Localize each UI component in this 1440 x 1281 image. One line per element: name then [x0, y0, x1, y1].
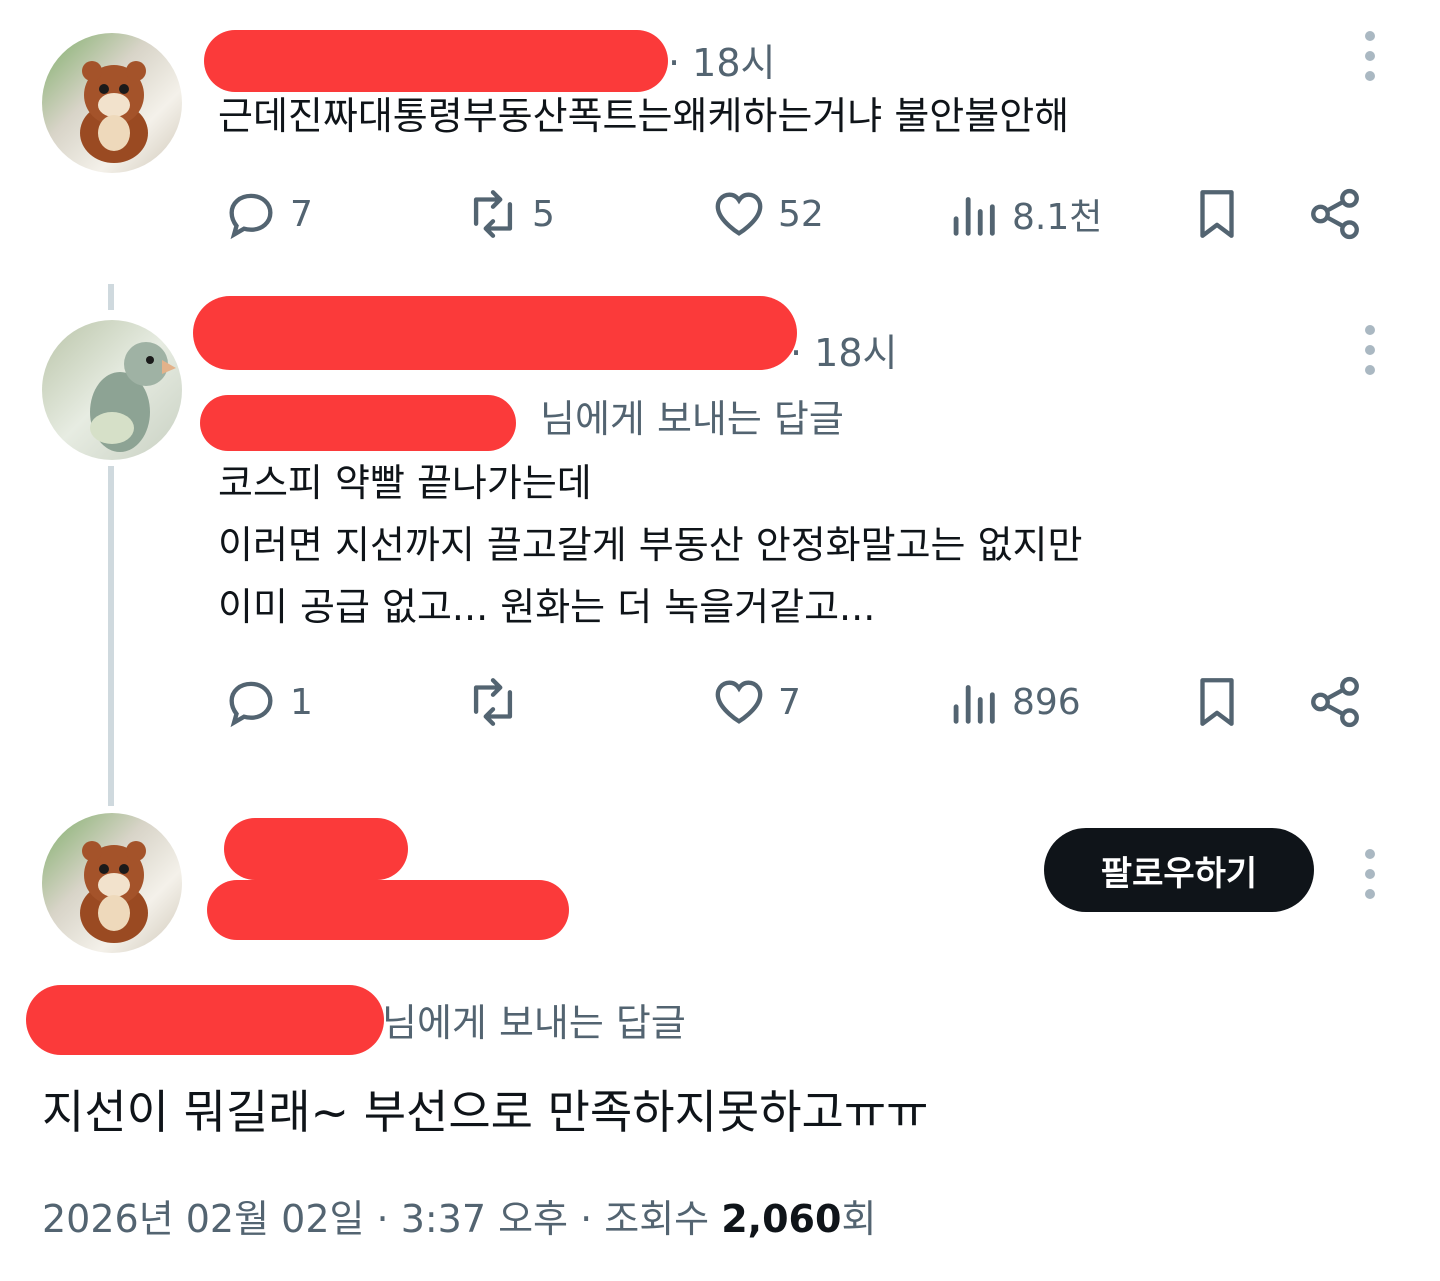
retweet-button[interactable]: 5: [464, 185, 555, 243]
view-unit: 회: [841, 1197, 877, 1241]
retweet-icon: [473, 190, 513, 238]
views-icon: [953, 197, 995, 236]
views-icon: [953, 685, 995, 724]
views-button[interactable]: 8.1천: [944, 185, 1102, 243]
share-button[interactable]: [1306, 673, 1364, 731]
views-count: 896: [1012, 681, 1081, 723]
mention-redaction: [26, 985, 384, 1055]
bookmark-button[interactable]: [1188, 185, 1246, 243]
reply-icon: [229, 193, 273, 240]
retweet-icon: [473, 678, 513, 726]
reply-to-label: 님에게 보내는 답글: [382, 1001, 686, 1045]
share-button[interactable]: [1306, 185, 1364, 243]
avatar[interactable]: [42, 813, 182, 953]
username-redaction: [193, 296, 797, 370]
avatar[interactable]: [42, 33, 182, 173]
like-button[interactable]: 7: [710, 673, 801, 731]
retweet-count: 5: [532, 193, 555, 235]
more-icon[interactable]: [1363, 325, 1377, 385]
like-icon: [715, 192, 763, 236]
thread-connector: [108, 284, 114, 310]
handle-redaction: [207, 880, 569, 940]
mention-redaction: [200, 395, 516, 451]
timestamp[interactable]: 2026년 02월 02일 · 3:37 오후 · 조회수: [42, 1197, 721, 1241]
like-count: 52: [778, 193, 824, 235]
reply-button[interactable]: 1: [222, 673, 313, 731]
tweet-text: 근데진짜대통령부동산폭트는왜케하는거냐 불안불안해: [218, 94, 1070, 138]
share-icon: [1311, 188, 1359, 240]
retweet-button[interactable]: [464, 673, 532, 731]
views-button[interactable]: 896: [944, 673, 1081, 731]
reply-icon: [229, 681, 273, 728]
reply-count: 1: [290, 681, 313, 723]
tweet-time[interactable]: · 18시: [668, 32, 775, 87]
views-count: 8.1천: [1012, 197, 1103, 238]
share-icon: [1311, 676, 1359, 728]
tweet-time[interactable]: · 18시: [790, 322, 897, 377]
like-button[interactable]: 52: [710, 185, 824, 243]
follow-button[interactable]: 팔로우하기: [1044, 828, 1314, 912]
view-count: 2,060: [721, 1197, 842, 1241]
avatar[interactable]: [42, 320, 182, 460]
bookmark-icon: [1200, 190, 1234, 238]
bookmark-icon: [1200, 678, 1234, 726]
reply-to-label: 님에게 보내는 답글: [540, 397, 844, 441]
timestamp-row: 2026년 02월 02일 · 3:37 오후 · 조회수 2,060회: [42, 1188, 876, 1243]
reply-button[interactable]: 7: [222, 185, 313, 243]
thread-connector: [108, 466, 114, 806]
tweet-text: 코스피 약빨 끝나가는데 이러면 지선까지 끌고갈게 부동산 안정화말고는 없지…: [218, 461, 1083, 629]
more-icon[interactable]: [1363, 31, 1377, 91]
main-tweet-text: 지선이 뭐길래~ 부선으로 만족하지못하고ㅠㅠ: [42, 1085, 929, 1139]
like-icon: [715, 680, 763, 724]
more-icon[interactable]: [1363, 849, 1377, 909]
like-count: 7: [778, 681, 801, 723]
username-redaction: [204, 30, 668, 92]
reply-count: 7: [290, 193, 313, 235]
display-name-redaction: [224, 818, 408, 880]
bookmark-button[interactable]: [1188, 673, 1246, 731]
